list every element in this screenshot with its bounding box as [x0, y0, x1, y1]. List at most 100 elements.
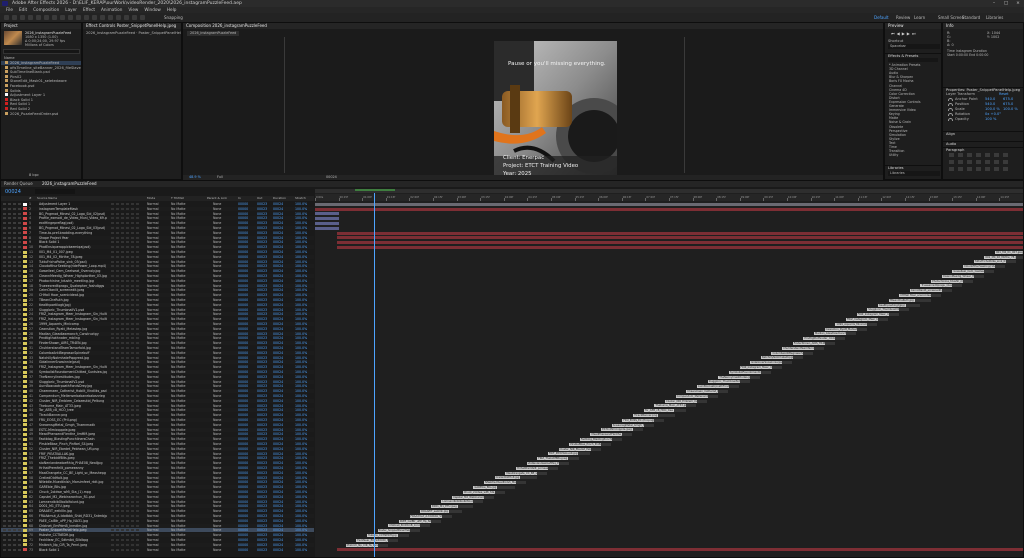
project-item[interactable]: Facebook.psd [1, 84, 81, 88]
layer-flag-icon[interactable] [131, 543, 134, 546]
layer-label-chip[interactable] [23, 471, 27, 475]
layer-out[interactable]: 00023 [257, 312, 267, 316]
layer-flag-icon[interactable] [111, 486, 114, 489]
layer-label-chip[interactable] [23, 207, 27, 211]
layer-flag-icon[interactable] [126, 443, 129, 445]
layer-label-chip[interactable] [23, 408, 27, 412]
layer-flag-icon[interactable] [131, 548, 134, 551]
layer-out[interactable]: 00023 [257, 207, 267, 211]
layer-switch-icon[interactable] [13, 519, 16, 522]
layer-duration[interactable]: 00024 [273, 370, 283, 374]
layer-flag-icon[interactable] [116, 419, 119, 421]
layer-name[interactable]: exdHingepreflag(psd) [39, 221, 107, 225]
layer-in[interactable]: 00000 [238, 394, 248, 398]
paragraph-align-icon[interactable] [985, 153, 990, 157]
layer-switch-icon[interactable] [3, 539, 6, 541]
layer-duration[interactable]: 00024 [273, 236, 283, 240]
layer-mode[interactable]: Normal [147, 370, 159, 374]
layer-flag-icon[interactable] [131, 510, 134, 513]
layer-row[interactable]: 42 Cluster_NIR_Emblem_Ceiseeutid_Peltung N… [1, 398, 314, 403]
layer-out[interactable]: 00023 [257, 533, 267, 537]
layer-row[interactable]: 67 PAEE_CalBtr_uPP_Hp_NA31.jpg Normal No Ma… [1, 519, 314, 523]
layer-in[interactable]: 00000 [238, 375, 248, 379]
layer-stretch[interactable]: 100.0% [295, 303, 307, 307]
layer-row[interactable]: 7 Time-to-pref-bradding-everything Normal N… [1, 231, 314, 235]
layer-stretch[interactable]: 100.0% [295, 533, 307, 537]
layer-in[interactable]: 00000 [238, 384, 248, 388]
property-value-2[interactable]: 675.0 [1003, 102, 1013, 106]
layer-label-chip[interactable] [23, 476, 27, 480]
layer-name[interactable]: TheNennylinestitudes.jpg [39, 375, 107, 379]
layer-in[interactable]: 00000 [238, 298, 248, 302]
layer-stretch[interactable]: 100.0% [295, 543, 307, 547]
layer-row[interactable]: 59 NNebtle-Muedtinlsh_Marsimfeet_rtdt.jpg… [1, 480, 314, 484]
layer-switch-icon[interactable] [3, 212, 6, 215]
layer-in[interactable]: 00000 [238, 207, 248, 211]
layer-flag-icon[interactable] [136, 399, 139, 402]
layer-flag-icon[interactable] [131, 471, 134, 474]
libraries-dropdown[interactable]: Libraries [888, 171, 940, 176]
layer-parent[interactable]: None [213, 356, 221, 360]
layer-trkmat[interactable]: No Matte [171, 538, 186, 542]
layer-flag-icon[interactable] [131, 395, 134, 397]
layer-flag-icon[interactable] [121, 217, 124, 220]
layer-parent[interactable]: None [213, 543, 221, 547]
layer-switch-icon[interactable] [13, 327, 16, 330]
layer-switch-icon[interactable] [3, 236, 6, 239]
layer-name[interactable]: Madian_Gleadlawmanch_Constructgy [39, 332, 107, 336]
layer-flag-icon[interactable] [136, 409, 139, 412]
layer-flag-icon[interactable] [136, 299, 139, 301]
layer-stretch[interactable]: 100.0% [295, 495, 307, 499]
layer-switch-icon[interactable] [13, 524, 16, 527]
layer-name[interactable]: GAREbie_Blis.jpg [39, 485, 107, 489]
layer-flag-icon[interactable] [116, 457, 119, 460]
layer-out[interactable]: 00023 [257, 284, 267, 288]
paragraph-align-icon[interactable] [949, 160, 954, 164]
layer-switch-icon[interactable] [18, 505, 21, 508]
layer-in[interactable]: 00000 [238, 423, 248, 427]
layer-switch-icon[interactable] [13, 275, 16, 277]
reset-link[interactable]: Reset [999, 92, 1008, 96]
layer-flag-icon[interactable] [116, 337, 119, 340]
layer-out[interactable]: 00023 [257, 408, 267, 412]
layer-switch-icon[interactable] [8, 236, 11, 239]
layer-flag-icon[interactable] [126, 539, 129, 541]
layer-flag-icon[interactable] [116, 476, 119, 479]
layer-switch-icon[interactable] [8, 313, 11, 316]
layer-switch-icon[interactable] [8, 443, 11, 445]
layer-stretch[interactable]: 100.0% [295, 413, 307, 417]
layer-flag-icon[interactable] [121, 203, 124, 205]
tab-composition[interactable]: Composition 2026_instagramPuzzleFeed [186, 23, 267, 28]
layer-flag-icon[interactable] [111, 515, 114, 517]
layer-switch-icon[interactable] [8, 423, 11, 426]
layer-flag-icon[interactable] [131, 500, 134, 503]
layer-flag-icon[interactable] [136, 265, 139, 268]
layer-flag-icon[interactable] [116, 543, 119, 546]
layer-label-chip[interactable] [23, 375, 27, 379]
workspace-standard[interactable]: Standard [962, 14, 980, 21]
layer-mode[interactable]: Normal [147, 260, 159, 264]
layer-duration[interactable]: 00024 [273, 341, 283, 345]
layer-flag-icon[interactable] [121, 462, 124, 465]
layer-flag-icon[interactable] [116, 375, 119, 378]
layer-flag-icon[interactable] [126, 351, 129, 354]
layer-duration[interactable]: 00024 [273, 336, 283, 340]
layer-switch-icon[interactable] [8, 356, 11, 359]
layer-switch-icon[interactable] [13, 289, 16, 292]
close-icon[interactable]: × [1012, 0, 1024, 7]
layer-track-bar[interactable] [337, 246, 1023, 249]
layer-duration[interactable]: 00024 [273, 293, 283, 297]
layer-stretch[interactable]: 100.0% [295, 288, 307, 292]
layer-parent[interactable]: None [213, 346, 221, 350]
layer-flag-icon[interactable] [121, 366, 124, 369]
layer-flag-icon[interactable] [111, 351, 114, 354]
layer-stretch[interactable]: 100.0% [295, 231, 307, 235]
layer-flag-icon[interactable] [136, 395, 139, 397]
project-item[interactable]: Red Solid 2 [1, 107, 81, 111]
layer-stretch[interactable]: 100.0% [295, 524, 307, 528]
layer-trkmat[interactable]: No Matte [171, 375, 186, 379]
layer-mode[interactable]: Normal [147, 399, 159, 403]
layer-parent[interactable]: None [213, 207, 221, 211]
layer-stretch[interactable]: 100.0% [295, 240, 307, 244]
layer-parent[interactable]: None [213, 480, 221, 484]
